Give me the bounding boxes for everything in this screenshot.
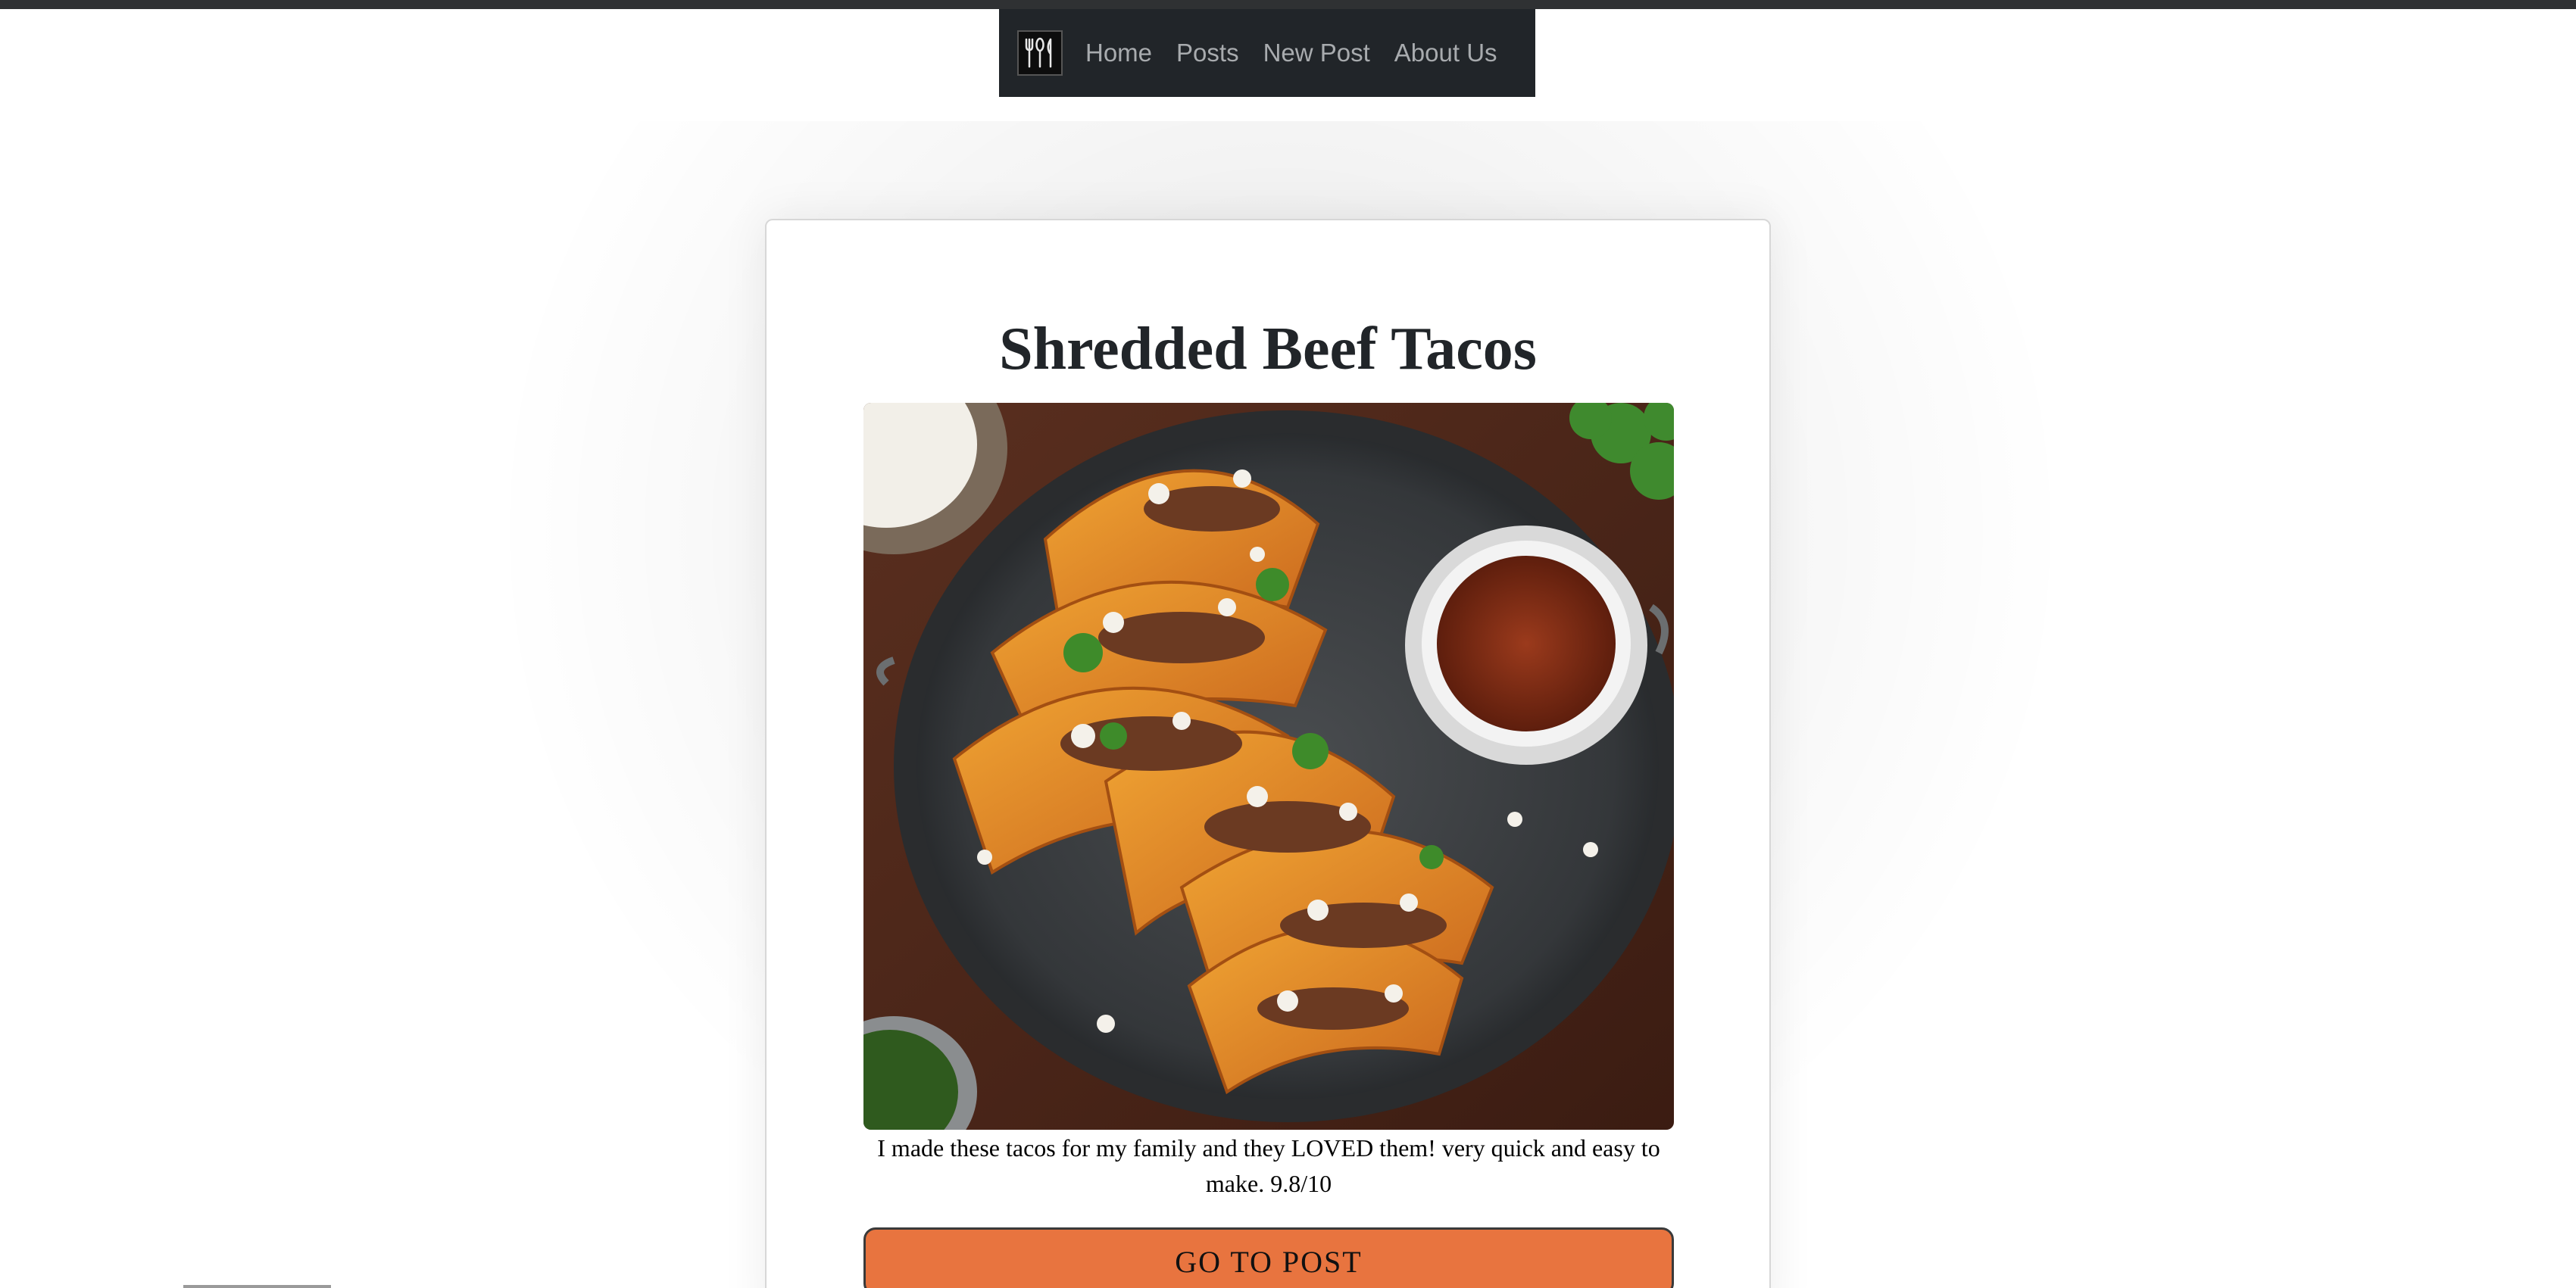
post-image: [863, 403, 1674, 1130]
post-card: Shredded Beef Tacos I made these tacos f…: [765, 219, 1771, 1288]
utensils-icon[interactable]: [1017, 30, 1063, 76]
post-description: I made these tacos for my family and the…: [877, 1134, 1660, 1197]
navbar: Home Posts New Post About Us: [999, 9, 1535, 97]
post-title: Shredded Beef Tacos: [999, 316, 1537, 382]
nav-link-home[interactable]: Home: [1085, 39, 1152, 67]
nav-link-posts[interactable]: Posts: [1176, 39, 1239, 67]
nav-link-about-us[interactable]: About Us: [1394, 39, 1497, 67]
go-to-post-button[interactable]: GO TO POST: [863, 1227, 1674, 1288]
browser-top-strip: [0, 0, 2576, 9]
page-bottom-fragment: [183, 1285, 331, 1288]
nav-link-new-post[interactable]: New Post: [1263, 39, 1370, 67]
